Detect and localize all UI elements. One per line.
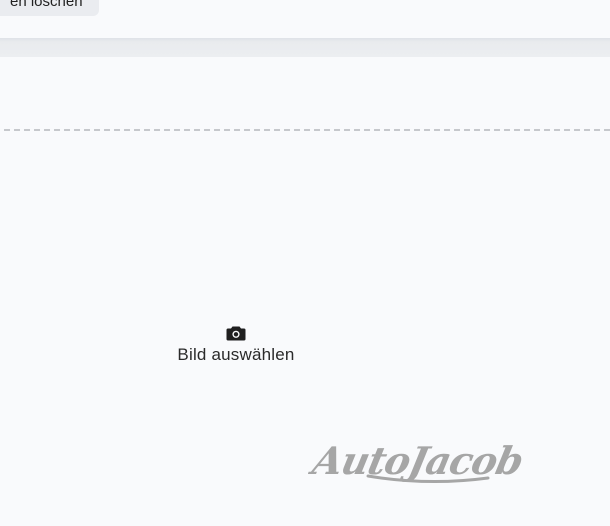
top-toolbar: en löschen — [0, 0, 610, 38]
image-upload-button[interactable]: Bild auswählen — [140, 320, 332, 370]
separator-band — [0, 38, 610, 57]
page: en löschen Bild auswählen AutoJacob — [0, 0, 610, 526]
upload-label: Bild auswählen — [177, 345, 295, 364]
delete-button[interactable]: en löschen — [0, 0, 99, 16]
camera-icon — [226, 326, 246, 341]
autojacob-logo: AutoJacob — [308, 440, 527, 484]
dashed-divider — [4, 129, 610, 131]
svg-text:AutoJacob: AutoJacob — [308, 440, 527, 484]
